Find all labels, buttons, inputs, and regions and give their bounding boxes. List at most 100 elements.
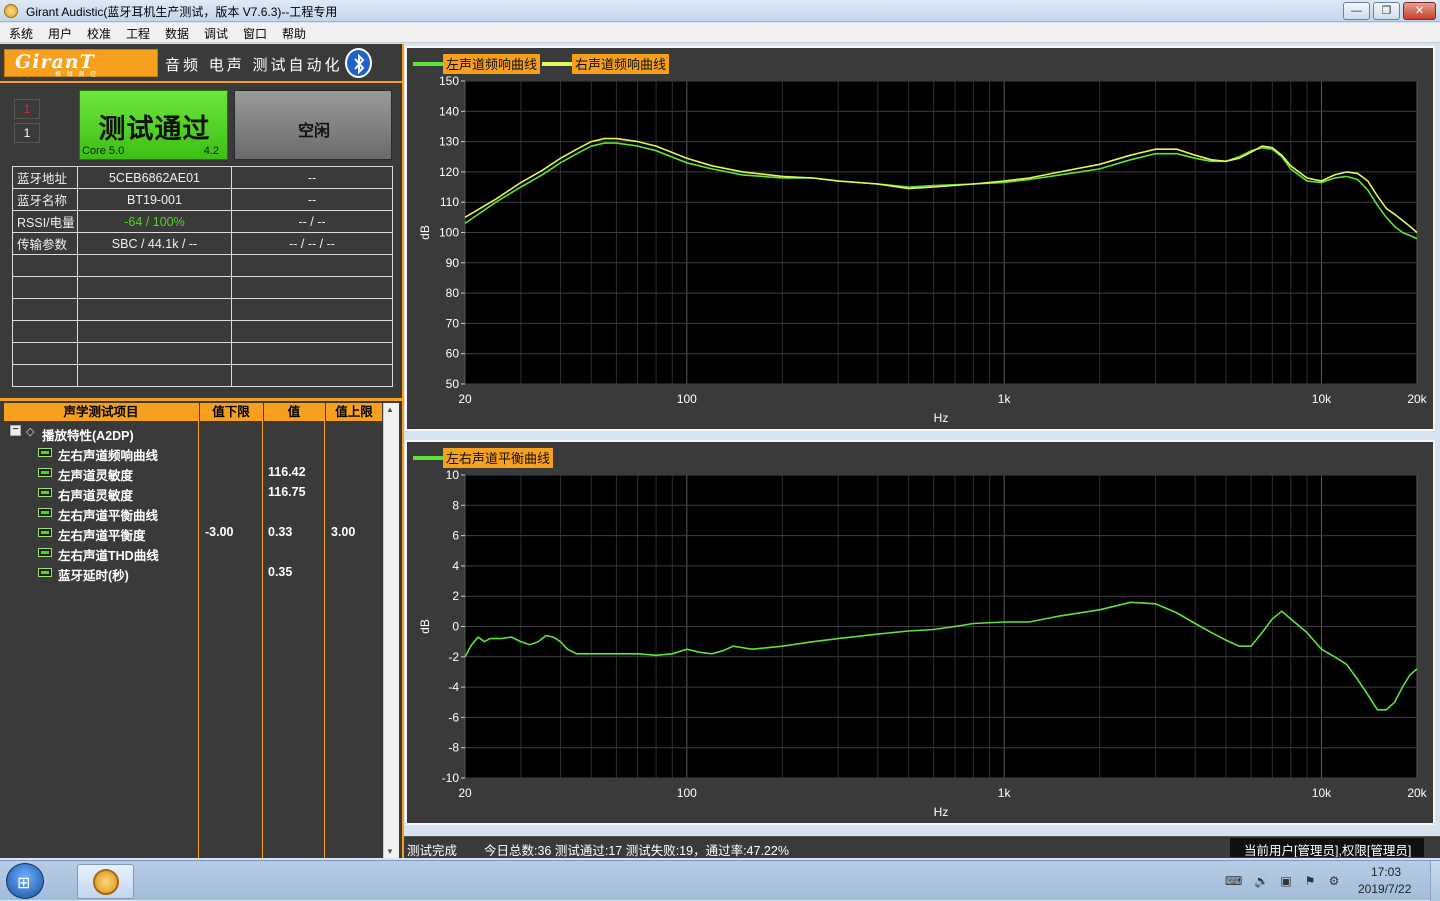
taskbar-app-button[interactable] <box>77 864 134 899</box>
header-lower-limit[interactable]: 值下限 <box>200 403 262 421</box>
table-row <box>12 320 393 343</box>
y-tick-label: 10 <box>446 468 460 482</box>
y-tick-label: -2 <box>448 650 459 664</box>
channel-index-2[interactable]: 1 <box>14 123 40 143</box>
tree-group-a2dp[interactable]: − ◇ 播放特性(A2DP) <box>4 423 382 443</box>
test-item-icon <box>38 488 52 497</box>
panel-separator <box>0 81 402 83</box>
menu-help[interactable]: 帮助 <box>282 25 306 42</box>
bt-address-value: 5CEB6862AE01 <box>77 166 232 189</box>
core-label: Core 5.0 <box>82 145 125 157</box>
y-tick-label: -6 <box>448 710 459 724</box>
show-desktop-button[interactable] <box>1430 861 1440 901</box>
brand-slogan: 音频 电声 测试自动化 <box>165 56 343 74</box>
list-item[interactable]: 左右声道平衡曲线 <box>4 503 382 523</box>
list-item[interactable]: 蓝牙延时(秒) 0.35 <box>4 563 382 583</box>
item-name: 左右声道THD曲线 <box>58 549 159 563</box>
test-item-icon <box>38 468 52 477</box>
list-item[interactable]: 右声道灵敏度 116.75 <box>4 483 382 503</box>
x-axis-label: Hz <box>934 805 949 819</box>
y-tick-label: 50 <box>446 377 460 391</box>
table-row <box>12 254 393 277</box>
list-item[interactable]: 左右声道平衡度 -3.00 0.33 3.00 <box>4 523 382 543</box>
y-tick-label: 100 <box>439 226 459 240</box>
item-name: 蓝牙延时(秒) <box>58 569 129 583</box>
network-icon[interactable]: ▣ <box>1279 874 1293 888</box>
y-tick-label: 4 <box>452 559 459 573</box>
status-idle-box: 空闲 <box>234 90 392 160</box>
table-row <box>12 298 393 321</box>
y-tick-label: 130 <box>439 135 459 149</box>
maximize-button[interactable]: ❐ <box>1373 2 1400 20</box>
legend-label: 左右声道平衡曲线 <box>446 452 550 467</box>
keyboard-icon[interactable]: ⌨ <box>1225 874 1242 888</box>
bluetooth-icon <box>345 48 372 78</box>
collapse-toggle-icon[interactable]: − <box>10 425 21 436</box>
item-name: 右声道灵敏度 <box>58 489 134 503</box>
settings-icon[interactable]: ⚙ <box>1327 874 1341 888</box>
table-row: 传输参数 SBC / 44.1k / -- -- / -- / -- <box>12 232 393 255</box>
item-value: 0.33 <box>268 525 293 539</box>
minimize-button[interactable]: — <box>1343 2 1370 20</box>
clock-date[interactable]: 2019/7/22 <box>1358 882 1411 896</box>
clock-time[interactable]: 17:03 <box>1371 865 1401 879</box>
y-tick-label: -4 <box>448 680 459 694</box>
table-row: RSSI/电量 -64 / 100% -- / -- <box>12 210 393 233</box>
y-tick-label: 90 <box>446 256 460 270</box>
y-tick-label: 6 <box>452 529 459 543</box>
rssi-value-2: -- / -- <box>231 210 393 233</box>
test-item-icon <box>38 548 52 557</box>
list-item[interactable]: 左右声道THD曲线 <box>4 543 382 563</box>
menu-user[interactable]: 用户 <box>48 25 72 42</box>
x-axis-label: Hz <box>934 411 949 425</box>
scroll-down-icon[interactable]: ▼ <box>386 847 394 856</box>
flag-icon[interactable]: ⚑ <box>1303 874 1317 888</box>
y-tick-label: 60 <box>446 347 460 361</box>
test-item-icon <box>38 528 52 537</box>
panel-splitter[interactable] <box>402 44 404 858</box>
menu-window[interactable]: 窗口 <box>243 25 267 42</box>
start-button[interactable]: ⊞ <box>6 863 44 899</box>
windows-logo-icon: ⊞ <box>17 875 31 892</box>
y-tick-label: -10 <box>442 771 460 785</box>
window-title: Girant Audistic(蓝牙耳机生产测试，版本 V7.6.3)--工程专… <box>26 5 338 19</box>
brand-logo: GiranT 格 朗 测 控 <box>4 49 158 78</box>
legend-label: 右声道频响曲线 <box>575 57 666 73</box>
menu-debug[interactable]: 调试 <box>204 25 228 42</box>
y-tick-label: 110 <box>440 195 459 209</box>
rssi-value: -64 / 100% <box>77 210 232 233</box>
device-info-table: 蓝牙地址 5CEB6862AE01 -- 蓝牙名称 BT19-001 -- RS… <box>12 166 393 387</box>
channel-index-1[interactable]: 1 <box>14 99 40 119</box>
menu-system[interactable]: 系统 <box>9 25 33 42</box>
item-name: 左右声道频响曲线 <box>58 449 159 463</box>
header-upper-limit[interactable]: 值上限 <box>326 403 382 421</box>
x-tick-label: 20k <box>1407 786 1427 800</box>
list-item[interactable]: 左声道灵敏度 116.42 <box>4 463 382 483</box>
list-item[interactable]: 左右声道频响曲线 <box>4 443 382 463</box>
x-tick-label: 10k <box>1312 786 1332 800</box>
volume-icon[interactable]: 🔊 <box>1254 874 1269 888</box>
status-idle-text: 空闲 <box>297 123 330 140</box>
header-test-item[interactable]: 声学测试项目 <box>4 403 198 421</box>
menu-calibrate[interactable]: 校准 <box>87 25 111 42</box>
table-row: 蓝牙名称 BT19-001 -- <box>12 188 393 211</box>
x-tick-label: 20 <box>458 392 472 406</box>
legend-label: 左声道频响曲线 <box>446 57 537 73</box>
table-row <box>12 364 393 387</box>
menu-data[interactable]: 数据 <box>165 25 189 42</box>
list-scrollbar[interactable]: ▲ ▼ <box>383 403 399 858</box>
frequency-response-plot: 50 60 70 80 90 100 110 120 130 140 150 20 100 1k 10k 20… <box>413 54 1428 425</box>
status-summary: 今日总数:36 测试通过:17 测试失败:19，通过率:47.22% <box>484 844 789 858</box>
x-tick-label: 100 <box>677 786 697 800</box>
y-tick-label: 150 <box>439 74 459 88</box>
status-text: 测试完成 <box>407 844 458 858</box>
left-panel: GiranT 格 朗 测 控 音频 电声 测试自动化 1 1 测试通过 Core… <box>0 44 402 858</box>
header-value[interactable]: 值 <box>264 403 324 421</box>
menu-project[interactable]: 工程 <box>126 25 150 42</box>
status-user: 当前用户[管理员],权限[管理员] <box>1230 838 1424 857</box>
close-button[interactable]: ✕ <box>1403 2 1436 20</box>
y-tick-label: 8 <box>452 498 459 512</box>
scroll-up-icon[interactable]: ▲ <box>386 405 394 414</box>
acoustic-test-list: 声学测试项目 值下限 值 值上限 − ◇ 播放特性(A2DP) 左右声道频响曲线… <box>4 403 382 858</box>
item-name: 左右声道平衡度 <box>58 529 146 543</box>
